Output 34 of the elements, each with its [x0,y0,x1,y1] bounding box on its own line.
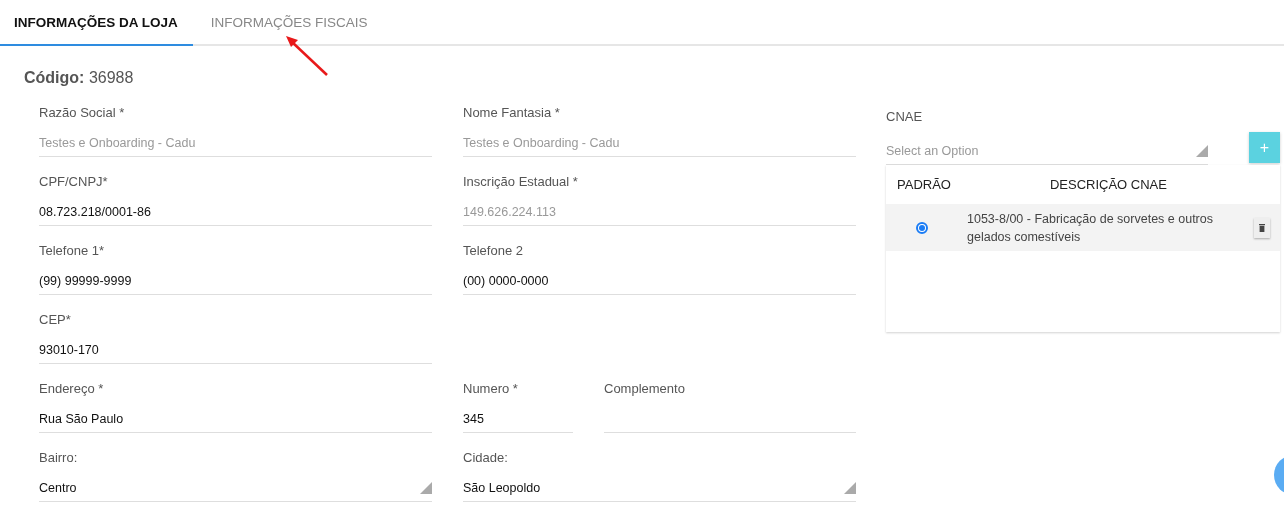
field-label: Inscrição Estadual * [463,174,578,190]
field-label: Nome Fantasia * [463,105,560,121]
field-label: Telefone 1* [39,243,105,259]
dropdown-corner-icon [1196,144,1208,157]
field-label: Bairro: [39,450,78,466]
trash-icon [1259,223,1265,232]
field-label: Numero * [463,381,518,397]
input-field[interactable]: 345 [463,405,573,433]
input-field[interactable]: 08.723.218/0001-86 [39,198,432,226]
field-label: Cidade: [463,450,508,466]
input-field[interactable]: Rua São Paulo [39,405,432,433]
field-label: CEP* [39,312,71,328]
field-label: Telefone 2 [463,243,523,259]
annotation-arrow [284,34,330,78]
input-field[interactable]: 93010-170 [39,336,432,364]
tab[interactable]: INFORMAÇÕES DA LOJA [0,0,193,46]
select-field[interactable]: Centro [39,474,432,502]
field-label: Razão Social * [39,105,125,121]
select-field[interactable]: São Leopoldo [463,474,856,502]
field-label: Complemento [604,381,685,397]
field-label: CNAE [886,109,923,125]
column-header: DESCRIÇÃO CNAE [1049,177,1167,192]
dropdown-corner-icon [420,481,432,494]
store-code: Código: 36988 [24,68,135,88]
input-field[interactable]: (99) 99999-9999 [39,267,432,295]
input-field[interactable]: (00) 0000-0000 [463,267,856,295]
radio-button[interactable] [916,221,928,234]
column-header: PADRÃO [897,177,951,192]
table-cell-text: 1053-8/00 - Fabricação de sorvetes e outros gelados comestíveis [967,210,1214,246]
tab[interactable]: INFORMAÇÕES FISCAIS [192,0,386,46]
delete-button[interactable] [1254,217,1270,238]
dropdown-corner-icon [844,481,856,494]
field-label: CPF/CNPJ* [39,174,108,190]
field-label: Endereço * [39,381,104,397]
